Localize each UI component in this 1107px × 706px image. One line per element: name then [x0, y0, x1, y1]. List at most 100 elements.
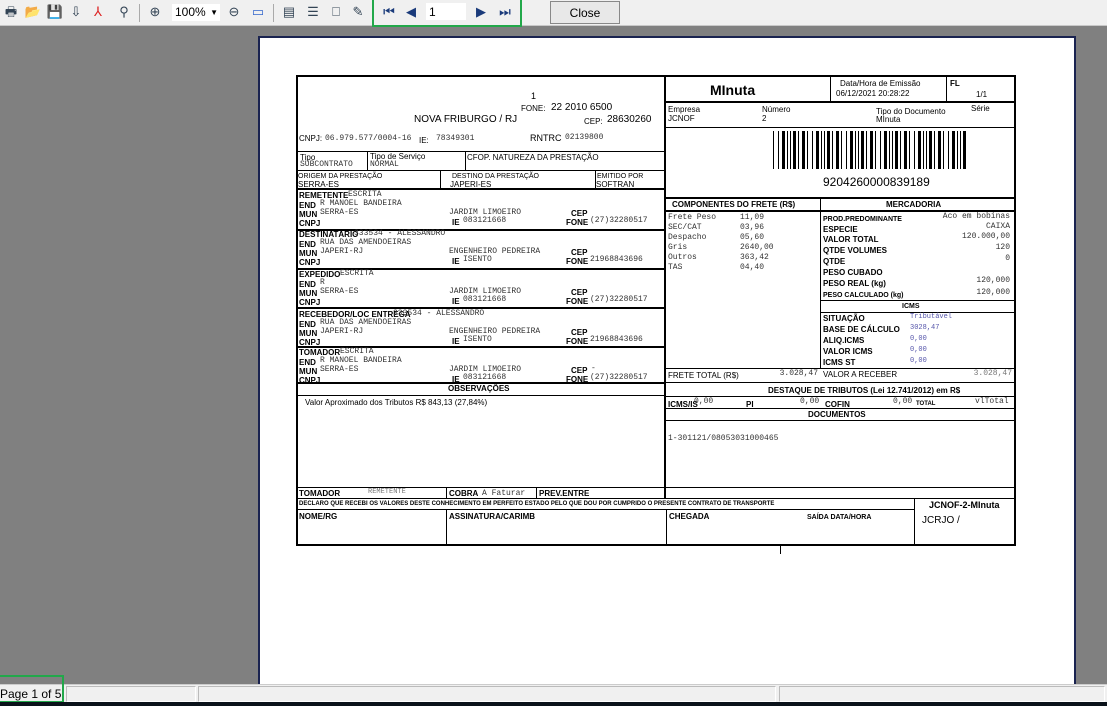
barcode-bar — [926, 131, 927, 169]
label: CFOP. NATUREZA DA PRESTAÇÃO — [467, 153, 599, 162]
barcode-bar — [870, 131, 873, 169]
label: RNTRC — [530, 133, 562, 143]
last-page-icon[interactable]: ⏭ — [496, 3, 514, 21]
merc-label: PESO REAL (kg) — [823, 279, 886, 288]
barcode-bar — [918, 131, 921, 169]
mercadoria-title: MERCADORIA — [886, 200, 942, 209]
party-cep: - — [591, 364, 596, 373]
barcode-bar — [807, 131, 808, 169]
label: CEP — [571, 366, 588, 375]
barcode-bar — [880, 131, 881, 169]
empresa-value: JCNOF — [668, 114, 695, 123]
company-ie: 78349301 — [436, 134, 475, 143]
barcode-bar — [793, 131, 796, 169]
open-icon[interactable]: 📂 — [24, 3, 42, 21]
barcode-bar — [855, 131, 856, 169]
party-address: RUA DAS AMENDOEIRAS — [320, 238, 412, 247]
merc-value: 120,000 — [976, 288, 1010, 297]
print-icon[interactable]: 🖶 — [2, 3, 20, 21]
barcode-bar — [892, 131, 893, 169]
book-icon[interactable]: ⎕ — [327, 3, 345, 21]
label: FONE — [566, 297, 589, 306]
rule-line — [664, 127, 1015, 128]
zoom-select[interactable]: 100% ▼ — [172, 4, 220, 21]
total-value: vlTotal — [975, 397, 1009, 406]
document-title: MInuta — [710, 82, 756, 98]
single-page-icon[interactable]: ▤ — [280, 3, 298, 21]
barcode — [773, 131, 966, 169]
merc-value: Aco em bobinas — [942, 212, 1010, 221]
component-value: 03,96 — [740, 223, 765, 232]
toolbar: 🖶 📂 💾 ⇩ ⅄ ⚲ ⊕ 100%▼ ⊖ ▭ ▤ ☰ ⎕ ✎ ⏮ ◀ ▶ ⏭ … — [0, 0, 1107, 27]
component-name: TAS — [668, 263, 683, 272]
page-count: Page 1 of 5 — [0, 687, 62, 701]
party-name: 333534 - ALESSANDRO — [393, 309, 485, 318]
rule-line — [296, 509, 915, 510]
multi-page-icon[interactable]: ☰ — [304, 3, 322, 21]
tributos-title: DESTAQUE DE TRIBUTOS (Lei 12.741/2012) e… — [768, 386, 961, 395]
label: SAÍDA DATA/HORA — [807, 514, 872, 521]
export-icon[interactable]: ⇩ — [67, 3, 85, 21]
rule-line — [595, 170, 596, 188]
rule-line — [465, 151, 466, 170]
page-number-input[interactable] — [426, 3, 466, 20]
first-page-icon[interactable]: ⏮ — [380, 3, 398, 21]
company-city: NOVA FRIBURGO / RJ — [414, 114, 518, 125]
find-icon[interactable]: ⚲ — [115, 3, 133, 21]
label: END — [299, 240, 316, 249]
page-width-icon[interactable]: ▭ — [249, 3, 267, 21]
barcode-bar — [963, 131, 966, 169]
barcode-bar — [960, 131, 961, 169]
save-icon[interactable]: 💾 — [46, 3, 64, 21]
rule-line — [296, 75, 298, 545]
zoom-in-icon[interactable]: ⊕ — [146, 3, 164, 21]
icms-label: ICMS ST — [823, 358, 856, 367]
servico-value: NORMAL — [370, 160, 399, 169]
barcode-bar — [929, 131, 932, 169]
company-rntrc: 02139800 — [565, 133, 604, 142]
party-city: JAPERI-RJ — [320, 247, 364, 256]
merc-label: QTDE VOLUMES — [823, 246, 888, 255]
label: MUN — [299, 210, 318, 219]
barcode-bar — [802, 131, 805, 169]
party-address: RUA DAS AMENDOEIRAS — [320, 318, 412, 327]
barcode-bar — [889, 131, 890, 169]
label: MUN — [299, 289, 318, 298]
barcode-bar — [900, 131, 901, 169]
component-value: 05,60 — [740, 233, 765, 242]
rule-line — [296, 395, 665, 396]
party-ie: ISENTO — [463, 255, 492, 264]
declaration-text: DECLARO QUE RECEBI OS VALORES DESTE CONH… — [299, 501, 775, 507]
next-page-icon[interactable]: ▶ — [472, 3, 490, 21]
pdf-icon[interactable]: ⅄ — [89, 3, 107, 21]
zoom-out-icon[interactable]: ⊖ — [225, 3, 243, 21]
label: CEP: — [584, 117, 603, 126]
rule-line — [664, 101, 1015, 103]
rule-line — [664, 420, 1015, 421]
label: Número — [762, 105, 791, 114]
barcode-bar — [836, 131, 839, 169]
party-phone: 21968843696 — [590, 255, 643, 264]
label: MUN — [299, 367, 318, 376]
frete-total: 3.028,47 — [779, 369, 818, 378]
label: END — [299, 358, 316, 367]
label: CNPJ — [299, 258, 321, 267]
component-name: SEC/CAT — [668, 223, 702, 232]
edit-icon[interactable]: ✎ — [349, 3, 367, 21]
label: Empresa — [668, 105, 701, 114]
barcode-bar — [952, 131, 955, 169]
close-button[interactable]: Close — [550, 1, 620, 24]
barcode-bar — [790, 131, 791, 169]
barcode-bar — [923, 131, 924, 169]
party-city: SERRA-ES — [320, 365, 359, 374]
merc-value: CAIXA — [985, 222, 1010, 231]
pi-value: 0,00 — [800, 397, 820, 406]
taskbar-strip — [0, 702, 1107, 706]
rule-line — [664, 151, 665, 170]
party-city: SERRA-ES — [320, 287, 359, 296]
rule-line — [664, 382, 1015, 383]
label: END — [299, 320, 316, 329]
party-address: R MANOEL BANDEIRA — [320, 199, 402, 208]
prev-page-icon[interactable]: ◀ — [402, 3, 420, 21]
icms-label: VALOR ICMS — [823, 347, 873, 356]
